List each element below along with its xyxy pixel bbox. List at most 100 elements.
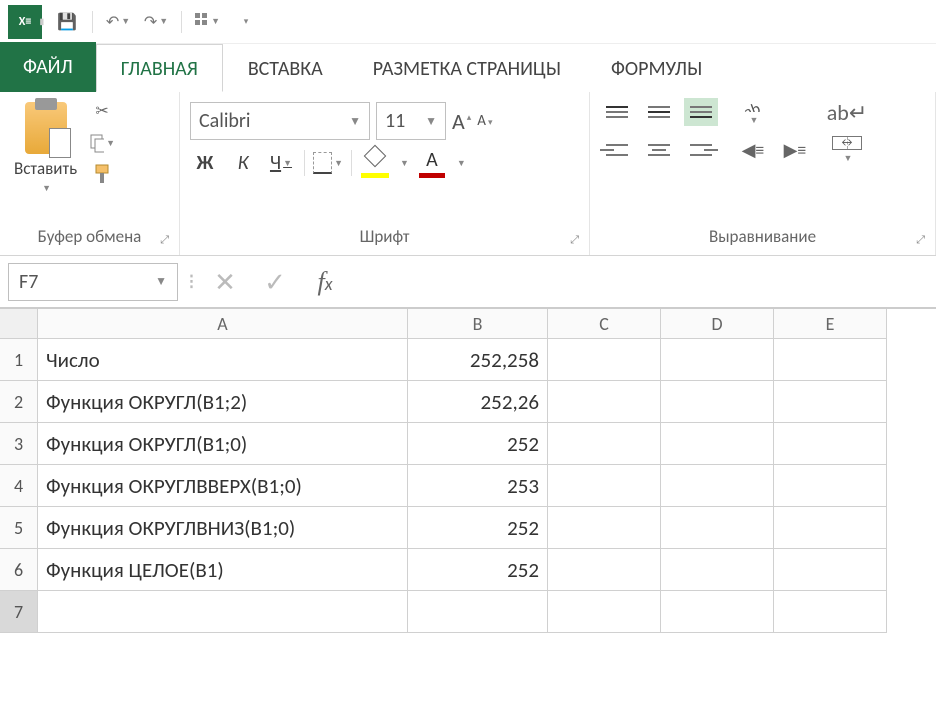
- cell[interactable]: [661, 591, 774, 633]
- cell[interactable]: 252: [408, 549, 548, 591]
- align-bottom-button[interactable]: [684, 98, 718, 126]
- cell[interactable]: 252: [408, 507, 548, 549]
- cell[interactable]: [548, 507, 661, 549]
- cell[interactable]: [661, 507, 774, 549]
- tab-page-layout[interactable]: РАЗМЕТКА СТРАНИЦЫ: [348, 44, 586, 92]
- font-size-combo[interactable]: 11 ▼: [376, 102, 446, 140]
- dialog-launcher-icon[interactable]: ⤢: [916, 233, 925, 247]
- fill-color-button[interactable]: [360, 148, 390, 178]
- chevron-down-icon[interactable]: ▼: [121, 16, 130, 27]
- cell[interactable]: [661, 339, 774, 381]
- borders-button[interactable]: ▼: [313, 148, 343, 178]
- spreadsheet-grid[interactable]: A B C D E 1 Число 252,258 2 Функция ОКРУ…: [0, 308, 936, 633]
- cell[interactable]: [548, 549, 661, 591]
- cell[interactable]: Функция ОКРУГЛВНИЗ(B1;0): [38, 507, 408, 549]
- cell[interactable]: [661, 549, 774, 591]
- align-middle-button[interactable]: [642, 98, 676, 126]
- font-name-combo[interactable]: Calibri ▼: [190, 102, 370, 140]
- chevron-down-icon[interactable]: ▼: [400, 158, 409, 169]
- cell[interactable]: [661, 465, 774, 507]
- chevron-down-icon[interactable]: ▼: [211, 16, 220, 27]
- insert-function-button[interactable]: fx: [305, 264, 345, 300]
- cell[interactable]: 252,26: [408, 381, 548, 423]
- cell[interactable]: [774, 339, 887, 381]
- row-header[interactable]: 1: [0, 339, 38, 381]
- cell[interactable]: [38, 591, 408, 633]
- dialog-launcher-icon[interactable]: ⤢: [570, 233, 579, 247]
- chevron-down-icon[interactable]: ▼: [457, 158, 466, 169]
- redo-button[interactable]: ↷▼: [143, 9, 169, 35]
- font-color-button[interactable]: A: [417, 148, 447, 178]
- bold-button[interactable]: Ж: [190, 148, 220, 178]
- name-box[interactable]: F7 ▼: [8, 263, 178, 301]
- cell[interactable]: Функция ЦЕЛОЕ(B1): [38, 549, 408, 591]
- cell[interactable]: Число: [38, 339, 408, 381]
- decrease-indent-button[interactable]: ◀≡: [736, 136, 770, 164]
- tab-formulas[interactable]: ФОРМУЛЫ: [586, 44, 727, 92]
- cell[interactable]: [774, 423, 887, 465]
- cell[interactable]: [548, 339, 661, 381]
- wrap-text-button[interactable]: ab↵: [830, 98, 864, 126]
- cell[interactable]: [774, 549, 887, 591]
- cell[interactable]: [661, 381, 774, 423]
- row-header[interactable]: 3: [0, 423, 38, 465]
- chevron-down-icon[interactable]: ▼: [159, 16, 168, 27]
- column-header-A[interactable]: A: [38, 309, 408, 339]
- cell[interactable]: [774, 591, 887, 633]
- select-all-corner[interactable]: [0, 309, 38, 339]
- cell[interactable]: [774, 465, 887, 507]
- column-header-C[interactable]: C: [548, 309, 661, 339]
- cell[interactable]: [774, 381, 887, 423]
- formula-input[interactable]: [355, 264, 928, 300]
- cancel-formula-button[interactable]: ✕: [205, 264, 245, 300]
- cell[interactable]: 252: [408, 423, 548, 465]
- cell[interactable]: Функция ОКРУГЛВВЕРХ(B1;0): [38, 465, 408, 507]
- underline-button[interactable]: Ч▼: [266, 148, 296, 178]
- cell[interactable]: Функция ОКРУГЛ(B1;0): [38, 423, 408, 465]
- chevron-down-icon[interactable]: ▼: [844, 153, 853, 164]
- enter-formula-button[interactable]: ✓: [255, 264, 295, 300]
- tab-insert[interactable]: ВСТАВКА: [223, 44, 348, 92]
- align-right-button[interactable]: [684, 136, 718, 164]
- column-header-B[interactable]: B: [408, 309, 548, 339]
- cut-button[interactable]: ✂: [89, 100, 115, 122]
- increase-indent-button[interactable]: ▶≡: [778, 136, 812, 164]
- undo-button[interactable]: ↶▼: [105, 9, 131, 35]
- align-top-button[interactable]: [600, 98, 634, 126]
- chevron-down-icon[interactable]: ▼: [283, 158, 292, 169]
- chevron-down-icon[interactable]: ▼: [42, 183, 51, 194]
- italic-button[interactable]: К: [228, 148, 258, 178]
- chevron-down-icon[interactable]: ▼: [106, 138, 115, 149]
- orientation-button[interactable]: ab ▼: [736, 98, 770, 126]
- cell[interactable]: 252,258: [408, 339, 548, 381]
- align-center-button[interactable]: [642, 136, 676, 164]
- cell[interactable]: 253: [408, 465, 548, 507]
- format-painter-button[interactable]: [89, 164, 115, 186]
- column-header-E[interactable]: E: [774, 309, 887, 339]
- decrease-font-button[interactable]: A▾: [477, 112, 492, 130]
- increase-font-button[interactable]: A▴: [452, 108, 471, 135]
- copy-button[interactable]: ▼: [89, 132, 115, 154]
- column-header-D[interactable]: D: [661, 309, 774, 339]
- cell[interactable]: [548, 465, 661, 507]
- row-header[interactable]: 2: [0, 381, 38, 423]
- row-header[interactable]: 6: [0, 549, 38, 591]
- merge-center-button[interactable]: ↔ ▼: [830, 136, 864, 164]
- row-header[interactable]: 4: [0, 465, 38, 507]
- cell[interactable]: [548, 381, 661, 423]
- dialog-launcher-icon[interactable]: ⤢: [160, 233, 169, 247]
- cell[interactable]: [408, 591, 548, 633]
- touch-mode-button[interactable]: ▼: [194, 9, 220, 35]
- save-button[interactable]: 💾: [54, 9, 80, 35]
- paste-button[interactable]: Вставить ▼: [10, 98, 81, 198]
- cell[interactable]: [774, 507, 887, 549]
- customize-qat-button[interactable]: ▾: [232, 9, 258, 35]
- align-left-button[interactable]: [600, 136, 634, 164]
- tab-home[interactable]: ГЛАВНАЯ: [96, 44, 223, 92]
- cell[interactable]: [661, 423, 774, 465]
- cell[interactable]: Функция ОКРУГЛ(B1;2): [38, 381, 408, 423]
- row-header[interactable]: 5: [0, 507, 38, 549]
- tab-file[interactable]: ФАЙЛ: [0, 42, 96, 92]
- cell[interactable]: [548, 423, 661, 465]
- chevron-down-icon[interactable]: ▼: [750, 115, 759, 126]
